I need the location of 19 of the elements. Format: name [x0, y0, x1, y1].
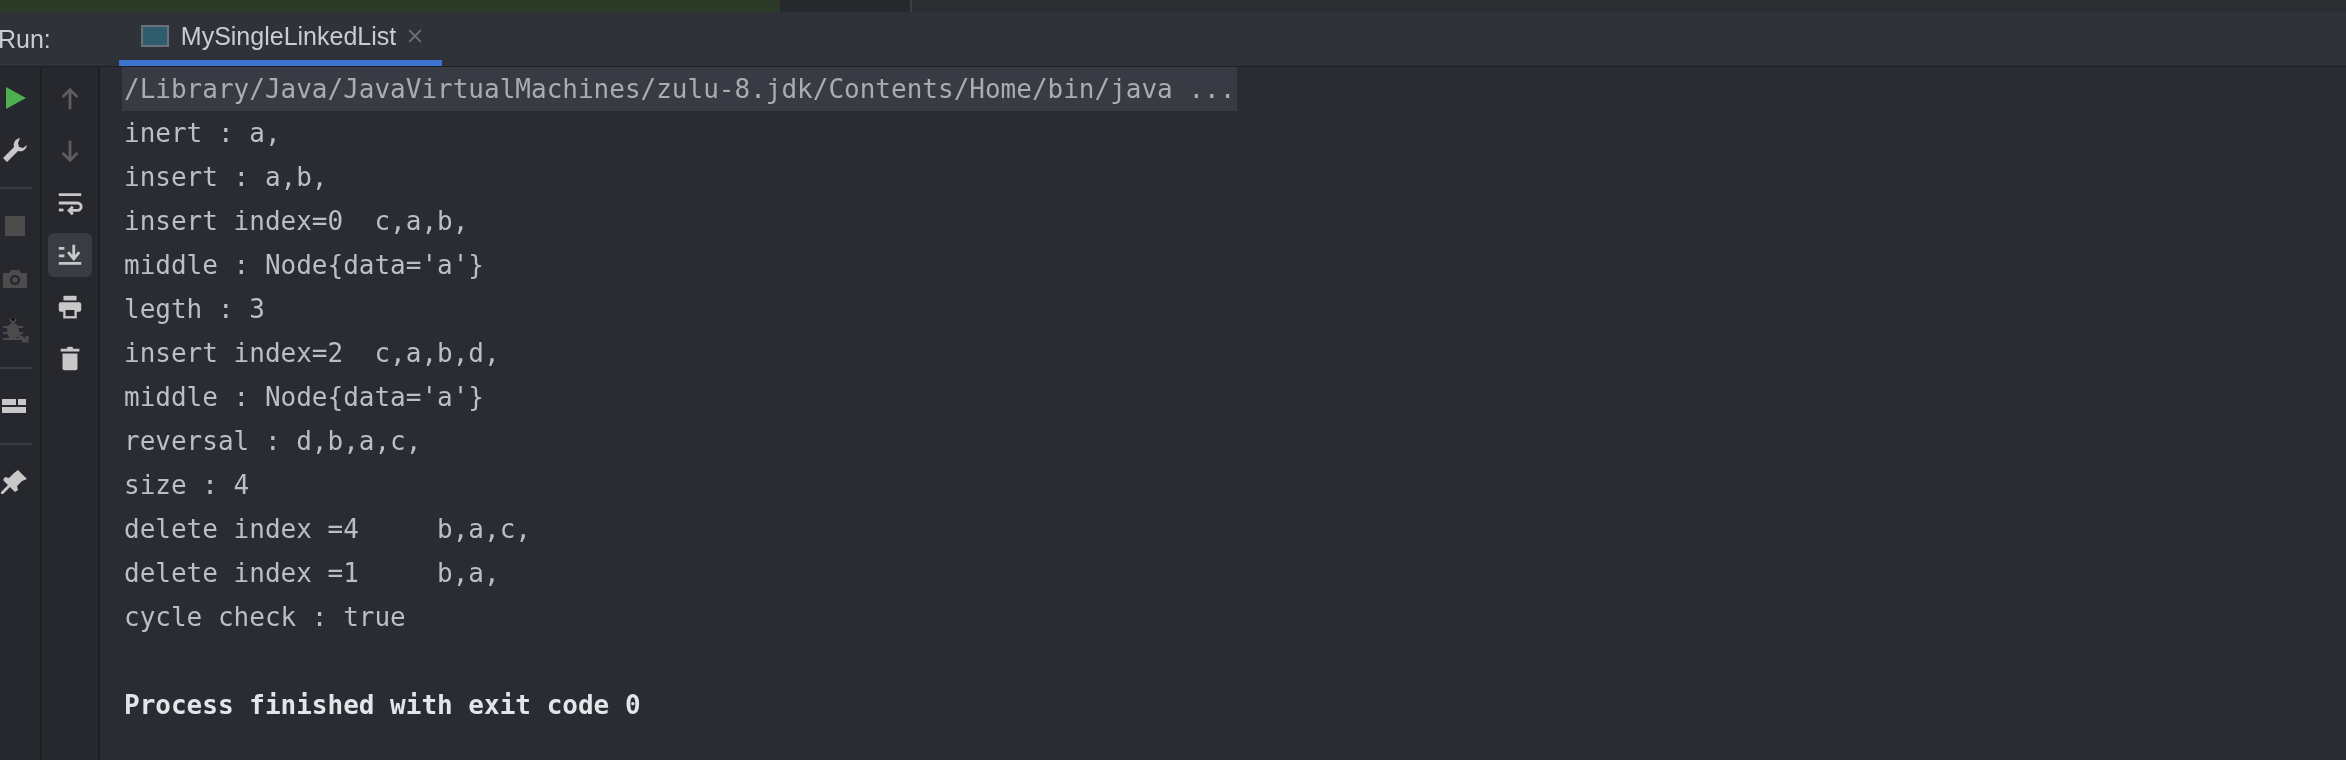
console-icon — [140, 25, 169, 47]
panel-title: Run: — [0, 23, 52, 55]
output-line: middle : Node{data='a'} — [124, 249, 485, 282]
toolbar-button[interactable] — [48, 233, 92, 277]
output-line: size : 4 — [124, 469, 250, 502]
printer-icon — [56, 293, 84, 321]
pin-icon[interactable] — [0, 467, 30, 497]
output-line: delete index =1 b,a, — [124, 557, 500, 590]
output-line: insert : a,b, — [124, 161, 328, 194]
output-line: inert : a, — [124, 117, 281, 150]
output-line: insert index=2 c,a,b,d, — [124, 337, 500, 370]
close-icon[interactable] — [408, 29, 423, 43]
output-line: delete index =4 b,a,c, — [124, 513, 531, 546]
output-line: middle : Node{data='a'} — [124, 381, 485, 414]
output-line: reversal : d,b,a,c, — [124, 425, 422, 458]
output-line: legth : 3 — [124, 293, 265, 326]
output-line: cycle check : true — [124, 601, 406, 634]
exit-message: Process finished with exit code 0 — [124, 689, 641, 722]
output-line: insert index=0 c,a,b, — [124, 205, 469, 238]
